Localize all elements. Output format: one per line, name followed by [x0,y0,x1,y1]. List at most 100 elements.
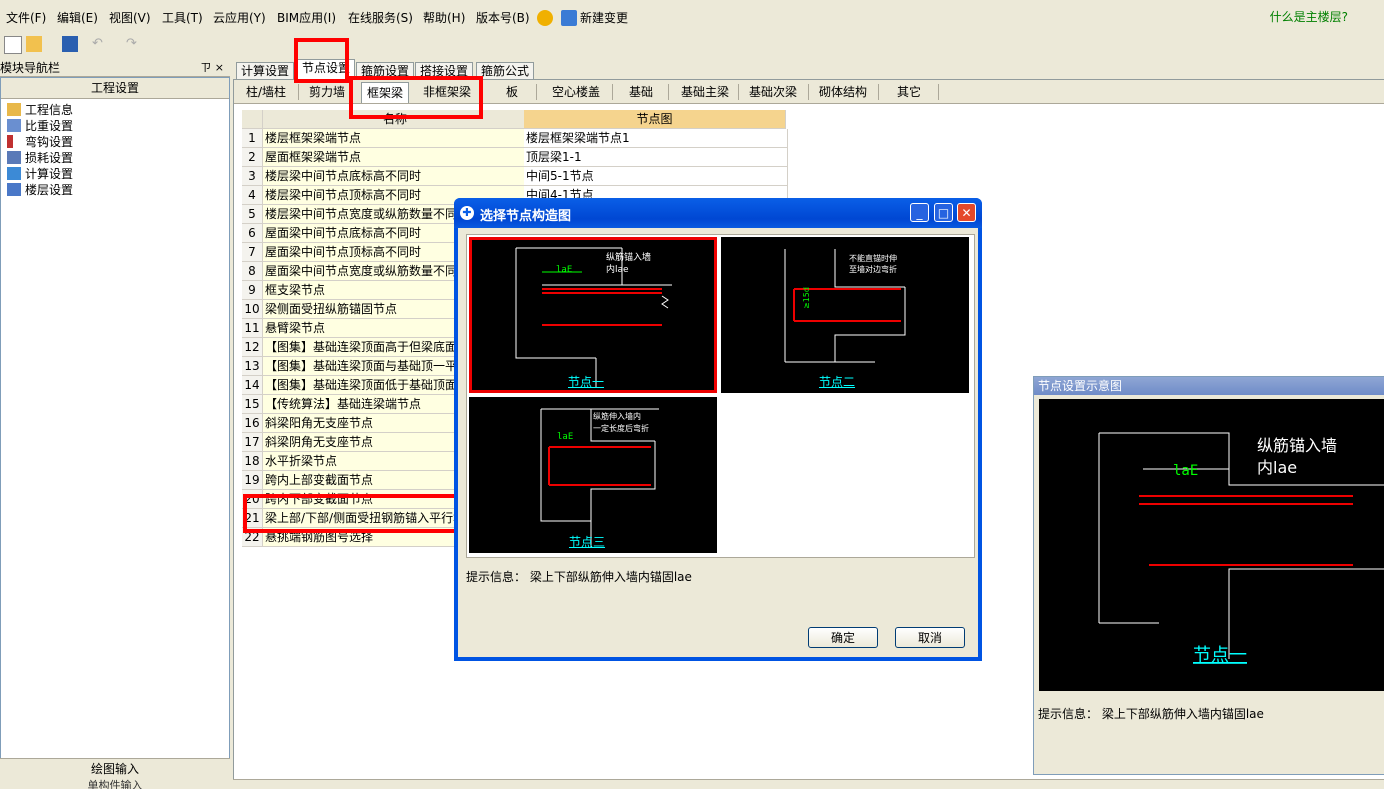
menu-new-change[interactable]: 新建变更 [580,8,628,28]
toolbar: ↶ ↷ [0,32,230,58]
row-number[interactable]: 10 [242,300,263,319]
cancel-button[interactable]: 取消 [895,627,965,648]
subtab-shear-wall[interactable]: 剪力墙 [300,82,354,102]
row-number[interactable]: 14 [242,376,263,395]
table-row[interactable]: 2 屋面框架梁端节点 顶层梁1-1 [242,148,788,167]
thumbnail-area: laE 纵筋锚入墙 内lae 节点一 ≥15d 不能直锚时伸 至墙对边弯折 节点… [466,234,975,558]
menu-bar: 文件(F) 编辑(E) 视图(V) 工具(T) 云应用(Y) BIM应用(I) … [0,8,1384,28]
row-number[interactable]: 7 [242,243,263,262]
row-number[interactable]: 3 [242,167,263,186]
subtab-other[interactable]: 其它 [882,82,936,102]
menu-version[interactable]: 版本号(B) [476,8,530,28]
thumb-node-2[interactable]: ≥15d 不能直锚时伸 至墙对边弯折 节点二 [721,237,969,393]
preview-title: 节点设置示意图 [1034,377,1384,395]
node-3-label: 节点三 [569,535,606,549]
subtab-foundation-main-beam[interactable]: 基础主梁 [674,82,736,102]
subtab-foundation-sec-beam[interactable]: 基础次梁 [742,82,804,102]
menu-edit[interactable]: 编辑(E) [57,8,98,28]
nav-item-floor[interactable]: 楼层设置 [7,182,73,198]
node-2-text2: 至墙对边弯折 [849,264,897,274]
menu-view[interactable]: 视图(V) [109,8,151,28]
row-number[interactable]: 11 [242,319,263,338]
subtab-masonry[interactable]: 砌体结构 [812,82,874,102]
row-number[interactable]: 16 [242,414,263,433]
table-row[interactable]: 3 楼层梁中间节点底标高不同时 中间5-1节点 [242,167,788,186]
node-1-text2: 内lae [606,263,629,275]
nav-item-weight[interactable]: 比重设置 [7,118,73,134]
separator [668,84,669,100]
new-file-icon[interactable] [4,36,22,54]
row-number[interactable]: 8 [242,262,263,281]
ok-button[interactable]: 确定 [808,627,878,648]
row-node-image[interactable]: 顶层梁1-1 [524,148,788,167]
nav-component-input[interactable]: 单构件输入 [0,779,230,789]
save-icon[interactable] [62,36,78,52]
preview-image: laE 纵筋锚入墙 内lae 节点一 [1039,399,1384,691]
nav-draw-input[interactable]: 绘图输入 [0,758,230,779]
node-1-dim: laE [556,265,572,275]
row-name[interactable]: 屋面框架梁端节点 [263,148,526,167]
row-number[interactable]: 2 [242,148,263,167]
nav-item-project-info[interactable]: 工程信息 [7,102,73,118]
undo-icon[interactable]: ↶ [92,36,108,52]
menu-tools[interactable]: 工具(T) [162,8,203,28]
redo-icon[interactable]: ↷ [126,36,142,52]
dialog-hint: 提示信息： 梁上下部纵筋伸入墙内锚固lae [466,570,692,584]
maximize-icon[interactable]: □ [934,203,953,222]
change-icon[interactable] [561,10,577,26]
row-number[interactable]: 1 [242,129,263,148]
row-node-image[interactable]: 楼层框架梁端节点1 [524,129,788,148]
row-number[interactable]: 13 [242,357,263,376]
row-number[interactable]: 4 [242,186,263,205]
tab-stirrup-formula[interactable]: 箍筋公式 [476,62,535,80]
thumb-node-3[interactable]: laE 纵筋伸入墙内 一定长度后弯折 节点三 [469,397,717,553]
dialog-app-icon: ✚ [460,206,474,220]
header-num [242,110,263,129]
row-number[interactable]: 9 [242,281,263,300]
nav-item-calc[interactable]: 计算设置 [7,166,73,182]
menu-online[interactable]: 在线服务(S) [348,8,413,28]
row-number[interactable]: 17 [242,433,263,452]
help-link[interactable]: 什么是主楼层? [1270,8,1348,25]
service-icon[interactable] [537,10,553,26]
dialog-body: laE 纵筋锚入墙 内lae 节点一 ≥15d 不能直锚时伸 至墙对边弯折 节点… [458,228,978,657]
subtab-foundation[interactable]: 基础 [618,82,664,102]
nav-header[interactable]: 工程设置 [1,78,229,99]
row-number[interactable]: 12 [242,338,263,357]
row-node-image[interactable]: 中间5-1节点 [524,167,788,186]
row-name[interactable]: 楼层框架梁端节点 [263,129,526,148]
menu-help[interactable]: 帮助(H) [423,8,465,28]
menu-file[interactable]: 文件(F) [6,8,46,28]
minimize-icon[interactable]: _ [910,203,929,222]
preview-hint: 提示信息： 梁上下部纵筋伸入墙内锚固lae [1038,707,1264,721]
nav-item-hook[interactable]: 弯钩设置 [7,134,73,150]
grid-header: 名称 节点图 [242,110,787,129]
nav-title: 模块导航栏 [0,61,61,75]
row-number[interactable]: 18 [242,452,263,471]
node-2-drawing: ≥15d 不能直锚时伸 至墙对边弯折 [784,249,906,363]
subtab-slab[interactable]: 板 [492,82,532,102]
row-number[interactable]: 19 [242,471,263,490]
row-number[interactable]: 6 [242,224,263,243]
open-folder-icon[interactable] [26,36,42,52]
node-1-label: 节点一 [568,375,605,389]
close-icon[interactable]: ✕ [957,203,976,222]
preview-text2: 内lae [1257,458,1297,477]
menu-cloud[interactable]: 云应用(Y) [213,8,266,28]
table-row[interactable]: 1 楼层框架梁端节点 楼层框架梁端节点1 [242,129,788,148]
header-node-image: 节点图 [524,110,786,129]
preview-text1: 纵筋锚入墙 [1257,436,1337,455]
nav-item-loss[interactable]: 损耗设置 [7,150,73,166]
subtab-column[interactable]: 柱/墙柱 [236,82,296,102]
preview-panel: 节点设置示意图 laE 纵筋锚入墙 内lae 节点一 提示信息： 梁上下部纵筋伸… [1033,376,1384,775]
dialog-title: 选择节点构造图 [480,209,572,224]
row-name[interactable]: 楼层梁中间节点底标高不同时 [263,167,526,186]
thumb-node-1[interactable]: laE 纵筋锚入墙 内lae 节点一 [469,237,717,393]
nav-pin-close[interactable]: ㄗ × [200,60,224,76]
row-number[interactable]: 15 [242,395,263,414]
row-number[interactable]: 5 [242,205,263,224]
tab-calc-settings[interactable]: 计算设置 [236,62,295,80]
separator [612,84,613,100]
subtab-hollow-floor[interactable]: 空心楼盖 [542,82,610,102]
menu-bim[interactable]: BIM应用(I) [277,8,336,28]
